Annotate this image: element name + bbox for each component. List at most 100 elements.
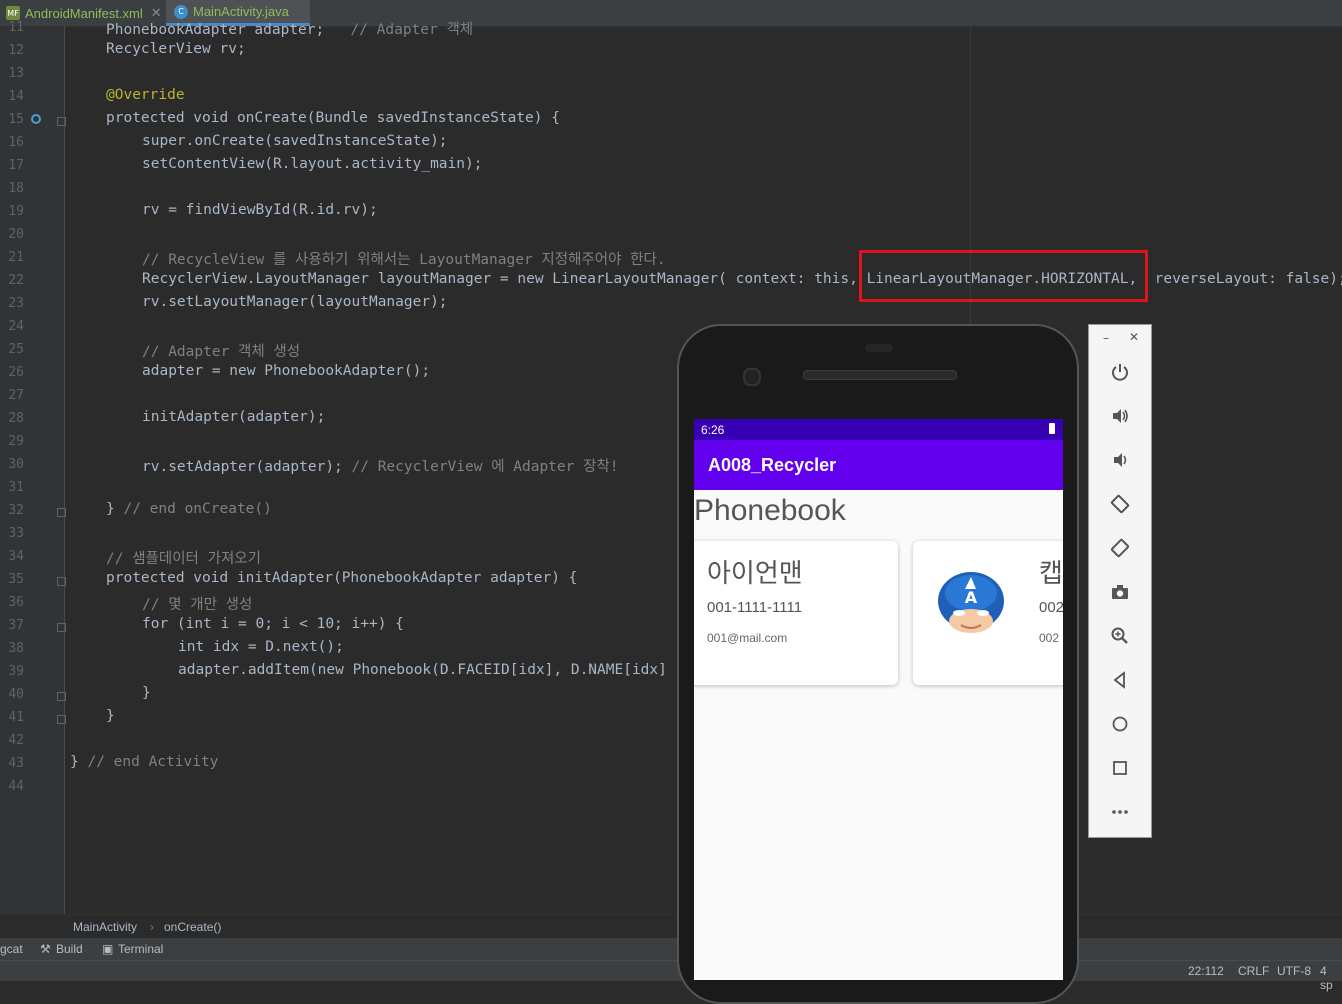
line-number: 12: [8, 43, 24, 58]
line-number: 43: [8, 756, 24, 771]
speaker-grille: [803, 370, 957, 380]
logcat-tool-button[interactable]: gcat: [0, 942, 23, 956]
app-title: A008_Recycler: [708, 455, 837, 475]
line-number: 40: [8, 687, 24, 702]
line-number: 17: [8, 158, 24, 173]
line-number: 32: [8, 503, 24, 518]
hammer-icon: ⚒: [40, 942, 51, 956]
close-icon[interactable]: ✕: [1129, 330, 1139, 344]
captain-america-avatar: A: [935, 571, 1007, 637]
contact-phone: 001-1111-1111: [707, 599, 803, 616]
code-line[interactable]: super.onCreate(savedInstanceState);: [142, 133, 448, 149]
code-line[interactable]: rv.setLayoutManager(layoutManager);: [142, 294, 448, 310]
code-line[interactable]: RecyclerView rv;: [106, 41, 246, 57]
line-number: 26: [8, 365, 24, 380]
code-line[interactable]: // 샘플데이터 가져오기: [106, 547, 261, 568]
build-tool-button[interactable]: Build: [56, 942, 83, 956]
rotate-left-icon[interactable]: [1107, 491, 1133, 517]
line-number: 20: [8, 227, 24, 242]
earpiece: [865, 344, 893, 352]
line-number: 33: [8, 526, 24, 541]
breadcrumb-method[interactable]: onCreate(): [164, 920, 221, 934]
contact-card[interactable]: 아이언맨 001-1111-1111 001@mail.com: [694, 541, 898, 685]
line-number: 23: [8, 296, 24, 311]
contact-phone: 002: [1039, 599, 1063, 616]
back-icon[interactable]: [1107, 667, 1133, 693]
code-line[interactable]: // Adapter 객체 생성: [142, 340, 300, 361]
contact-email: 002: [1039, 631, 1060, 645]
fold-marker-icon[interactable]: [57, 623, 66, 632]
indent-setting[interactable]: 4 sp: [1320, 964, 1342, 992]
line-number: 36: [8, 595, 24, 610]
line-number: 21: [8, 250, 24, 265]
chevron-right-icon: ›: [150, 920, 154, 934]
android-status-bar: 6:26: [694, 419, 1063, 440]
volume-up-icon[interactable]: [1107, 403, 1133, 429]
code-line[interactable]: // 몇 개만 생성: [142, 593, 252, 614]
line-separator[interactable]: CRLF: [1238, 964, 1269, 978]
line-number: 25: [8, 342, 24, 357]
svg-text:A: A: [965, 588, 978, 607]
file-encoding[interactable]: UTF-8: [1277, 964, 1311, 978]
emulator-control-panel: – ✕: [1088, 324, 1152, 838]
code-line[interactable]: protected void initAdapter(PhonebookAdap…: [106, 570, 577, 586]
terminal-icon: ▣: [102, 942, 114, 956]
code-line[interactable]: @Override: [106, 87, 185, 103]
code-line[interactable]: RecyclerView.LayoutManager layoutManager…: [142, 271, 1342, 287]
line-number: 38: [8, 641, 24, 656]
code-line[interactable]: initAdapter(adapter);: [142, 409, 325, 425]
battery-icon: [1049, 423, 1055, 434]
code-line[interactable]: // RecycleView 를 사용하기 위해서는 LayoutManager…: [142, 248, 666, 269]
override-marker-icon[interactable]: [31, 114, 41, 124]
code-line[interactable]: int idx = D.next();: [178, 639, 344, 655]
line-number: 19: [8, 204, 24, 219]
overview-icon[interactable]: [1107, 755, 1133, 781]
camera-icon[interactable]: [1107, 579, 1133, 605]
code-line[interactable]: setContentView(R.layout.activity_main);: [142, 156, 482, 172]
fold-marker-icon[interactable]: [57, 715, 66, 724]
minimize-icon[interactable]: –: [1103, 331, 1109, 345]
home-icon[interactable]: [1107, 711, 1133, 737]
fold-marker-icon[interactable]: [57, 692, 66, 701]
line-number: 16: [8, 135, 24, 150]
power-icon[interactable]: [1107, 359, 1133, 385]
line-number: 11: [8, 20, 24, 35]
code-line[interactable]: protected void onCreate(Bundle savedInst…: [106, 110, 560, 126]
code-line[interactable]: }: [106, 708, 115, 724]
line-number: 30: [8, 457, 24, 472]
line-number: 18: [8, 181, 24, 196]
line-number: 31: [8, 480, 24, 495]
front-camera-icon: [743, 368, 761, 386]
fold-marker-icon[interactable]: [57, 117, 66, 126]
code-line[interactable]: } // end Activity: [70, 754, 218, 770]
clock: 6:26: [701, 423, 725, 437]
line-number: 22: [8, 273, 24, 288]
code-line[interactable]: PhonebookAdapter adapter; // Adapter 객체: [106, 18, 473, 39]
terminal-tool-button[interactable]: Terminal: [118, 942, 163, 956]
code-line[interactable]: }: [142, 685, 151, 701]
line-number: 34: [8, 549, 24, 564]
cursor-position[interactable]: 22:112: [1188, 964, 1224, 978]
fold-marker-icon[interactable]: [57, 577, 66, 586]
code-line[interactable]: adapter.addItem(new Phonebook(D.FACEID[i…: [178, 662, 667, 678]
code-line[interactable]: rv = findViewById(R.id.rv);: [142, 202, 378, 218]
code-line[interactable]: for (int i = 0; i < 10; i++) {: [142, 616, 404, 632]
rotate-right-icon[interactable]: [1107, 535, 1133, 561]
highlight-box: [859, 250, 1148, 302]
breadcrumb-class[interactable]: MainActivity: [73, 920, 137, 934]
contact-card[interactable]: A 캡 002 002: [913, 541, 1063, 685]
code-line[interactable]: rv.setAdapter(adapter); // RecyclerView …: [142, 455, 619, 476]
more-icon[interactable]: [1107, 799, 1133, 825]
code-line[interactable]: } // end onCreate(): [106, 501, 272, 517]
status-bar: 22:112 CRLF UTF-8 4 sp: [0, 960, 1342, 992]
zoom-icon[interactable]: [1107, 623, 1133, 649]
code-line[interactable]: adapter = new PhonebookAdapter();: [142, 363, 430, 379]
volume-down-icon[interactable]: [1107, 447, 1133, 473]
contact-email: 001@mail.com: [707, 631, 788, 645]
emulator-screen[interactable]: 6:26 A008_Recycler Phonebook 아이언맨 001-11…: [694, 419, 1063, 980]
line-number: 14: [8, 89, 24, 104]
app-bar: A008_Recycler: [694, 440, 1063, 490]
fold-marker-icon[interactable]: [57, 508, 66, 517]
contact-name: 캡: [1039, 558, 1063, 588]
line-number: 42: [8, 733, 24, 748]
